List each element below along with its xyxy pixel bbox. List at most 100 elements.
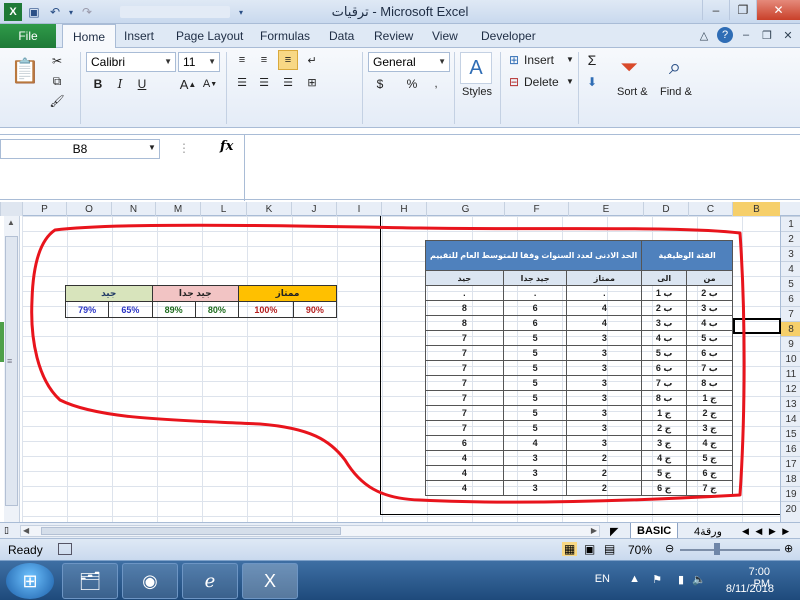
row-header-selected[interactable]: 8: [781, 321, 800, 336]
table-cell[interactable]: 3: [566, 360, 643, 376]
align-left-icon[interactable]: ☰: [234, 74, 250, 90]
column-header[interactable]: O: [66, 202, 111, 216]
insert-label[interactable]: Insert: [524, 53, 554, 67]
table-cell[interactable]: 4: [425, 480, 504, 496]
table-cell[interactable]: 5: [502, 420, 568, 436]
table-cell[interactable]: ب 3: [641, 315, 688, 331]
table-cell[interactable]: 8: [425, 315, 504, 331]
tab-developer[interactable]: Developer: [481, 24, 536, 48]
table-cell[interactable]: ب 3: [686, 300, 733, 316]
table-cell[interactable]: ج 7: [686, 480, 733, 496]
col-to[interactable]: الى: [641, 270, 688, 286]
table-cell[interactable]: ب 2: [641, 300, 688, 316]
underline-button[interactable]: U: [134, 76, 150, 92]
table-cell[interactable]: ب 6: [641, 360, 688, 376]
align-right-icon[interactable]: ☰: [280, 74, 296, 90]
table-cell[interactable]: 4: [566, 315, 643, 331]
network-icon[interactable]: ▮: [678, 573, 684, 586]
table-cell[interactable]: 7: [425, 375, 504, 391]
table-cell[interactable]: 5: [502, 360, 568, 376]
excel-taskbar-icon[interactable]: X: [242, 563, 298, 599]
column-header[interactable]: D: [643, 202, 688, 216]
zoom-out-icon[interactable]: ⊖: [665, 542, 674, 555]
table-cell[interactable]: ب 8: [641, 390, 688, 406]
table-cell[interactable]: 3: [566, 420, 643, 436]
table-cell[interactable]: 7: [425, 405, 504, 421]
table-cell[interactable]: 4: [425, 450, 504, 466]
language-indicator[interactable]: EN: [595, 573, 610, 585]
table-cell[interactable]: 2: [566, 465, 643, 481]
column-header[interactable]: C: [688, 202, 732, 216]
table-cell[interactable]: 5: [502, 330, 568, 346]
table-cell[interactable]: ب 2: [686, 285, 733, 301]
wrap-text-icon[interactable]: ↵: [304, 52, 320, 68]
delete-label[interactable]: Delete: [524, 75, 559, 89]
vertical-scrollbar[interactable]: ▲ ≡: [4, 216, 20, 522]
very-good-header[interactable]: جيد جدا: [151, 285, 239, 302]
show-hidden-icons[interactable]: ▲: [629, 573, 640, 585]
name-box[interactable]: B8: [0, 139, 160, 159]
column-header[interactable]: P: [22, 202, 66, 216]
autosum-button[interactable]: Σ: [584, 52, 600, 68]
row-header[interactable]: 16: [781, 441, 800, 456]
table-cell[interactable]: 6: [502, 300, 568, 316]
row-header[interactable]: 3: [781, 246, 800, 261]
page-layout-view-icon[interactable]: ▣: [584, 542, 595, 556]
macro-record-icon[interactable]: [58, 543, 72, 555]
table-cell[interactable]: 7: [425, 360, 504, 376]
chevron-down-icon[interactable]: ▼: [148, 143, 156, 152]
zoom-slider-knob[interactable]: [714, 543, 720, 555]
copy-icon[interactable]: ⧉: [50, 74, 64, 88]
styles-icon[interactable]: A: [460, 52, 492, 84]
table-cell[interactable]: ج 5: [686, 450, 733, 466]
select-all-corner[interactable]: [0, 202, 22, 216]
column-header[interactable]: N: [111, 202, 155, 216]
col-from[interactable]: من: [686, 270, 733, 286]
column-header[interactable]: J: [291, 202, 336, 216]
good-header[interactable]: جيد: [65, 285, 153, 302]
zoom-in-icon[interactable]: ⊕: [784, 542, 793, 555]
format-painter-icon[interactable]: 🖌: [49, 94, 64, 108]
comma-style-icon[interactable]: ,: [428, 76, 444, 92]
zoom-level[interactable]: 70%: [628, 543, 652, 557]
table-cell[interactable]: 4: [425, 465, 504, 481]
min-years-header[interactable]: الحد الادنى لعدد السنوات وفقا للمتوسط ال…: [424, 240, 643, 271]
sort-filter-label[interactable]: Sort &: [617, 86, 648, 98]
column-header[interactable]: L: [200, 202, 246, 216]
table-cell[interactable]: ج 2: [686, 405, 733, 421]
table-cell[interactable]: ج 3: [641, 435, 688, 451]
table-cell[interactable]: ب 7: [641, 375, 688, 391]
find-select-label[interactable]: Find &: [660, 86, 692, 98]
row-header[interactable]: 2: [781, 231, 800, 246]
cut-icon[interactable]: ✂: [50, 54, 64, 68]
excellent-max[interactable]: 100%: [238, 301, 294, 318]
table-cell[interactable]: 5: [502, 390, 568, 406]
row-header[interactable]: 1: [781, 216, 800, 231]
col-excellent[interactable]: ممتاز: [566, 270, 643, 286]
active-cell-b8[interactable]: [733, 318, 781, 334]
table-cell[interactable]: 3: [502, 480, 568, 496]
row-header[interactable]: 14: [781, 411, 800, 426]
volume-icon[interactable]: 🔈: [692, 573, 706, 586]
tab-home[interactable]: Home: [62, 24, 117, 48]
page-break-view-icon[interactable]: ▤: [604, 542, 615, 556]
minimize-ribbon-icon[interactable]: △: [696, 27, 712, 43]
tab-review[interactable]: Review: [374, 24, 413, 48]
row-header[interactable]: 17: [781, 456, 800, 471]
very-good-min[interactable]: 80%: [194, 301, 240, 318]
normal-view-icon[interactable]: ▦: [562, 542, 578, 556]
table-cell[interactable]: ج 3: [686, 420, 733, 436]
delete-cells-icon[interactable]: ⊟: [506, 74, 522, 90]
column-header[interactable]: I: [336, 202, 381, 216]
very-good-max[interactable]: 89%: [151, 301, 196, 318]
minimize-button[interactable]: –: [702, 0, 729, 20]
table-cell[interactable]: 5: [502, 345, 568, 361]
tab-insert[interactable]: Insert: [124, 24, 154, 48]
table-cell[interactable]: 5: [502, 375, 568, 391]
column-header[interactable]: F: [504, 202, 568, 216]
table-cell[interactable]: 6: [502, 315, 568, 331]
row-header[interactable]: 12: [781, 381, 800, 396]
row-header[interactable]: 18: [781, 471, 800, 486]
doc-minimize-icon[interactable]: –: [738, 27, 754, 43]
table-cell[interactable]: ج 1: [641, 405, 688, 421]
